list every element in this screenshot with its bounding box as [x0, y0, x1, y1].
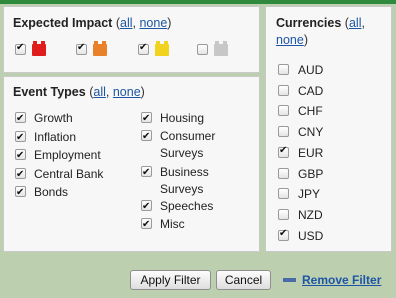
event-type-label: Bonds [34, 185, 69, 199]
event-type-checkbox[interactable] [15, 184, 26, 202]
paren-close: ) [303, 33, 308, 47]
expected-impact-panel: Expected Impact (all, none) [3, 6, 260, 73]
currency-label: EUR [298, 145, 324, 160]
event-type-checkbox[interactable] [15, 129, 26, 147]
impact-low-icon [155, 41, 169, 56]
currency-checkbox[interactable] [278, 105, 289, 117]
event-type-label: Misc [160, 217, 185, 231]
event-type-label: Growth [34, 111, 73, 125]
impact-none-icon [214, 41, 228, 56]
event-type-label-line2: Surveys [160, 182, 204, 196]
remove-filter-link[interactable]: Remove Filter [302, 273, 381, 287]
event-type-label: Business [160, 165, 209, 179]
minus-icon [283, 278, 296, 282]
currency-label: CNY [298, 125, 324, 140]
event-type-label: Inflation [34, 129, 77, 144]
currencies-heading: Currencies (all, [276, 16, 365, 30]
event-type-checkbox[interactable] [141, 164, 152, 182]
impact-level-high [15, 41, 51, 57]
cancel-button[interactable]: Cancel [216, 270, 271, 290]
impact-none-checkbox[interactable] [197, 44, 208, 55]
currency-label: JPY [298, 187, 321, 202]
currency-label: CAD [298, 83, 324, 98]
currency-checkbox[interactable] [278, 64, 289, 75]
comma: , [361, 16, 365, 30]
currency-checkbox[interactable] [278, 84, 289, 96]
event-type-label: Speeches [160, 199, 214, 213]
paren-close: ) [167, 16, 172, 30]
currencies-select-all-link[interactable]: all [349, 16, 362, 30]
event-type-checkbox[interactable] [141, 110, 152, 128]
event-types-panel: Event Types (all, none) Growth Inflation E… [3, 76, 260, 252]
event-type-checkbox[interactable] [141, 216, 152, 234]
currencies-title: Currencies [276, 16, 342, 30]
expected-impact-heading: Expected Impact (all, none) [13, 16, 171, 30]
impact-select-all-link[interactable]: all [120, 16, 133, 30]
event-type-label: Employment [34, 148, 101, 162]
event-type-label-line2: Surveys [160, 146, 204, 160]
impact-level-low [138, 41, 174, 57]
currency-label: CHF [298, 104, 323, 119]
impact-level-medium [76, 41, 112, 57]
event-type-label: Consumer [160, 129, 216, 143]
currency-checkbox[interactable] [278, 126, 289, 138]
event-type-label: Housing [160, 111, 205, 125]
impact-level-none [197, 41, 233, 57]
currencies-panel: Currencies (all, none) AUD CAD CHF CNY EUR GB… [265, 6, 392, 252]
currency-label: USD [298, 228, 324, 243]
currency-checkbox[interactable] [278, 188, 289, 200]
expected-impact-title: Expected Impact [13, 16, 113, 30]
event-type-checkbox[interactable] [141, 128, 152, 146]
impact-high-icon [32, 41, 46, 56]
currency-checkbox[interactable] [278, 167, 289, 179]
event-types-select-none-link[interactable]: none [113, 85, 141, 99]
paren-close: ) [140, 85, 145, 99]
currency-checkbox[interactable] [278, 145, 289, 158]
impact-low-checkbox[interactable] [138, 42, 149, 55]
currencies-heading-line2: none) [276, 33, 308, 47]
impact-high-checkbox[interactable] [15, 42, 26, 55]
currency-checkbox[interactable] [278, 228, 289, 241]
impact-medium-checkbox[interactable] [76, 42, 87, 55]
impact-select-none-link[interactable]: none [139, 16, 167, 30]
apply-filter-button[interactable]: Apply Filter [130, 270, 211, 290]
event-types-heading: Event Types (all, none) [13, 85, 145, 99]
currency-checkbox[interactable] [278, 208, 289, 220]
currency-label: AUD [298, 63, 324, 77]
currency-label: GBP [298, 166, 324, 181]
event-types-title: Event Types [13, 85, 86, 99]
currency-label: NZD [298, 207, 323, 222]
window-top-strip [0, 0, 396, 4]
event-type-label: Central Bank [34, 166, 104, 181]
event-type-checkbox[interactable] [15, 147, 26, 165]
event-types-select-all-link[interactable]: all [93, 85, 106, 99]
event-type-checkbox[interactable] [15, 166, 26, 184]
comma: , [132, 16, 136, 30]
comma: , [105, 85, 110, 99]
impact-medium-icon [93, 41, 107, 56]
currencies-select-none-link[interactable]: none [276, 33, 304, 47]
event-type-checkbox[interactable] [141, 198, 152, 216]
event-type-checkbox[interactable] [15, 110, 26, 128]
